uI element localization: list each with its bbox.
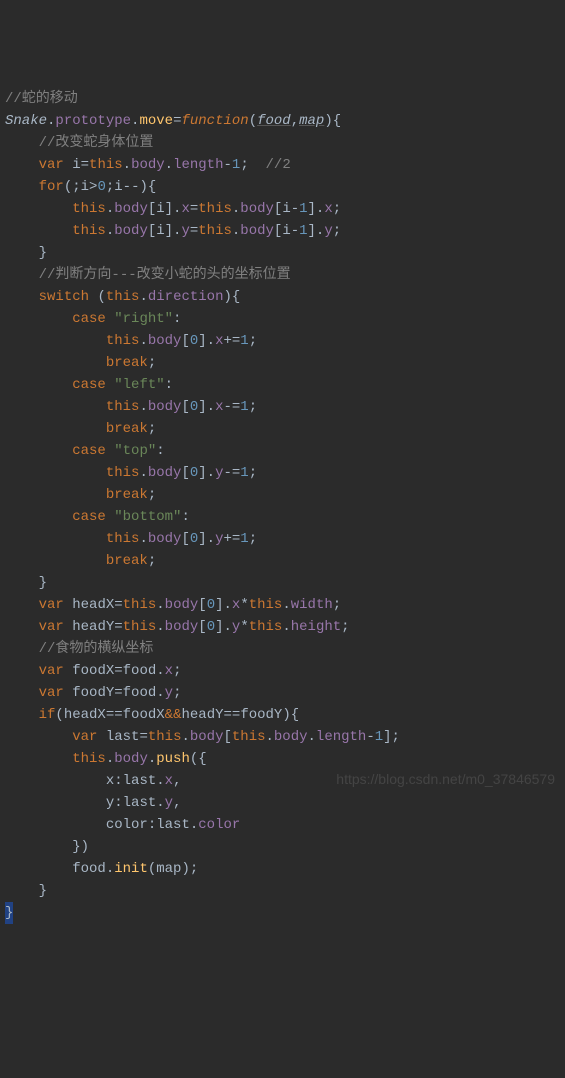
var: foodX [72, 663, 114, 679]
var: last [106, 729, 140, 745]
keyword: break [106, 355, 148, 371]
this: this [72, 201, 106, 217]
comment: //2 [266, 157, 291, 173]
comment: //食物的横纵坐标 [39, 641, 154, 657]
method: move [139, 113, 173, 129]
code-editor[interactable]: //蛇的移动 Snake.prototype.move=function(foo… [0, 88, 565, 924]
var: headX [72, 597, 114, 613]
keyword: function [181, 113, 248, 129]
watermark: https://blog.csdn.net/m0_37846579 [336, 768, 555, 790]
param: food [257, 113, 291, 129]
class-name: Snake [5, 113, 47, 129]
param: map [299, 113, 324, 129]
keyword: var [39, 157, 64, 173]
var: headY [72, 619, 114, 635]
property: body [114, 201, 148, 217]
var: foodY [72, 685, 114, 701]
string: "right" [114, 311, 173, 327]
comment: //改变蛇身体位置 [39, 135, 154, 151]
comment: //蛇的移动 [5, 91, 78, 107]
property: body [131, 157, 165, 173]
keyword: switch [39, 289, 89, 305]
this: this [89, 157, 123, 173]
var: i [81, 179, 89, 195]
property: prototype [55, 113, 131, 129]
keyword: for [39, 179, 64, 195]
comment: //判断方向---改变小蛇的头的坐标位置 [39, 267, 291, 283]
number: 0 [97, 179, 105, 195]
keyword: case [72, 311, 106, 327]
keyword: if [39, 707, 56, 723]
property: length [173, 157, 223, 173]
close-brace: } [5, 902, 13, 924]
var: i [72, 157, 80, 173]
